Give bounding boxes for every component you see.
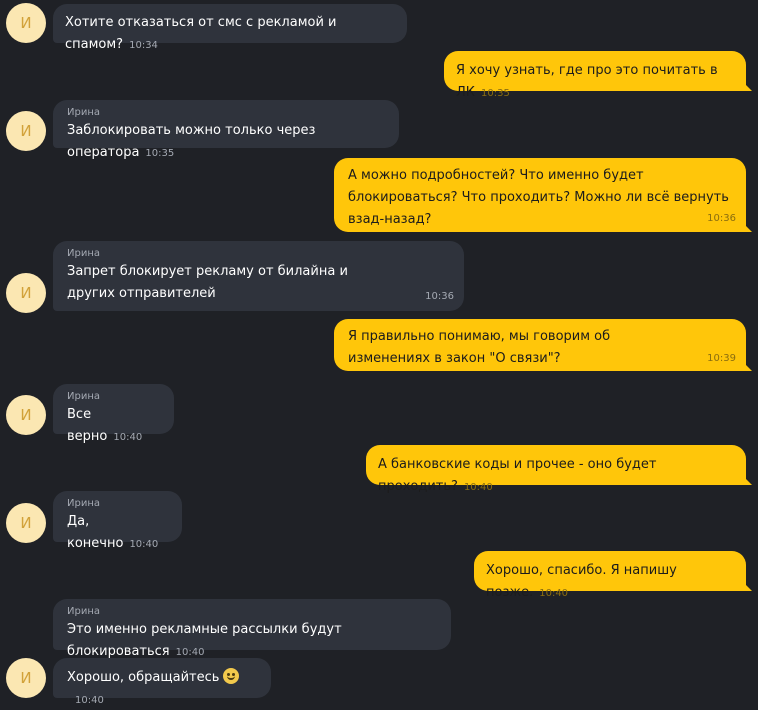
operator-avatar: И bbox=[6, 503, 46, 543]
avatar-letter: И bbox=[20, 284, 32, 302]
incoming-message: Ирина Да, конечно 10:40 bbox=[53, 491, 182, 551]
message-time: 10:36 bbox=[707, 213, 736, 224]
message-time: 10:40 bbox=[539, 588, 569, 599]
avatar-letter: И bbox=[20, 406, 32, 424]
avatar-letter: И bbox=[20, 514, 32, 532]
message-time: 10:35 bbox=[145, 148, 175, 159]
incoming-message: Ирина Это именно рекламные рассылки буду… bbox=[53, 599, 451, 659]
operator-avatar: И bbox=[6, 658, 46, 698]
message-time: 10:39 bbox=[707, 353, 736, 364]
operator-avatar: И bbox=[6, 395, 46, 435]
outgoing-message: А банковские коды и прочее - оно будет п… bbox=[366, 445, 752, 494]
sender-name: Ирина bbox=[67, 248, 100, 259]
sender-name: Ирина bbox=[67, 107, 100, 118]
smiling-face-emoji-icon bbox=[223, 668, 240, 684]
operator-avatar: И bbox=[6, 3, 46, 43]
message-text: Заблокировать можно только через операто… bbox=[67, 123, 316, 160]
message-time: 10:40 bbox=[113, 432, 143, 443]
sender-name: Ирина bbox=[67, 606, 100, 617]
message-time: 10:40 bbox=[75, 695, 104, 706]
message-time: 10:35 bbox=[481, 88, 510, 99]
message-time: 10:40 bbox=[463, 482, 493, 493]
chat-area: И Хотите отказаться от смс с рекламой и … bbox=[0, 0, 758, 710]
message-text: А банковские коды и прочее - оно будет п… bbox=[378, 457, 657, 494]
avatar-letter: И bbox=[20, 669, 32, 687]
operator-avatar: И bbox=[6, 273, 46, 313]
message-text: Хорошо, обращайтесь bbox=[67, 670, 220, 685]
message-time: 10:34 bbox=[129, 40, 158, 51]
message-text: Хотите отказаться от смс с рекламой и сп… bbox=[65, 15, 337, 52]
sender-name: Ирина bbox=[67, 498, 100, 509]
message-text: Да, конечно bbox=[67, 514, 124, 551]
incoming-message: Ирина Все верно 10:40 bbox=[53, 384, 174, 444]
outgoing-message: Я правильно понимаю, мы говорим об измен… bbox=[334, 319, 752, 371]
message-text: Запрет блокирует рекламу от билайна и др… bbox=[67, 264, 348, 301]
avatar-letter: И bbox=[20, 122, 32, 140]
incoming-message: Хотите отказаться от смс с рекламой и сп… bbox=[53, 4, 407, 52]
outgoing-message: Я хочу узнать, где про это почитать в ЛК… bbox=[444, 51, 752, 100]
message-text: Хорошо, спасибо. Я напишу позже. bbox=[486, 563, 677, 600]
incoming-message: Хорошо, обращайтесь 10:40 bbox=[53, 658, 271, 706]
message-time: 10:40 bbox=[129, 539, 159, 550]
outgoing-message: Хорошо, спасибо. Я напишу позже. 10:40 bbox=[474, 551, 752, 600]
message-text: Я правильно понимаю, мы говорим об измен… bbox=[348, 329, 611, 366]
incoming-message: Ирина Заблокировать можно только через о… bbox=[53, 100, 399, 160]
message-text: Это именно рекламные рассылки будут блок… bbox=[67, 622, 342, 659]
avatar-letter: И bbox=[20, 14, 32, 32]
sender-name: Ирина bbox=[67, 391, 100, 402]
incoming-message: Ирина Запрет блокирует рекламу от билайн… bbox=[53, 241, 464, 311]
message-time: 10:40 bbox=[175, 647, 205, 658]
message-text: А можно подробностей? Что именно будет б… bbox=[348, 168, 729, 227]
message-time: 10:36 bbox=[425, 291, 454, 302]
operator-avatar: И bbox=[6, 111, 46, 151]
outgoing-message: А можно подробностей? Что именно будет б… bbox=[334, 158, 752, 232]
message-text: Все верно bbox=[67, 407, 108, 444]
